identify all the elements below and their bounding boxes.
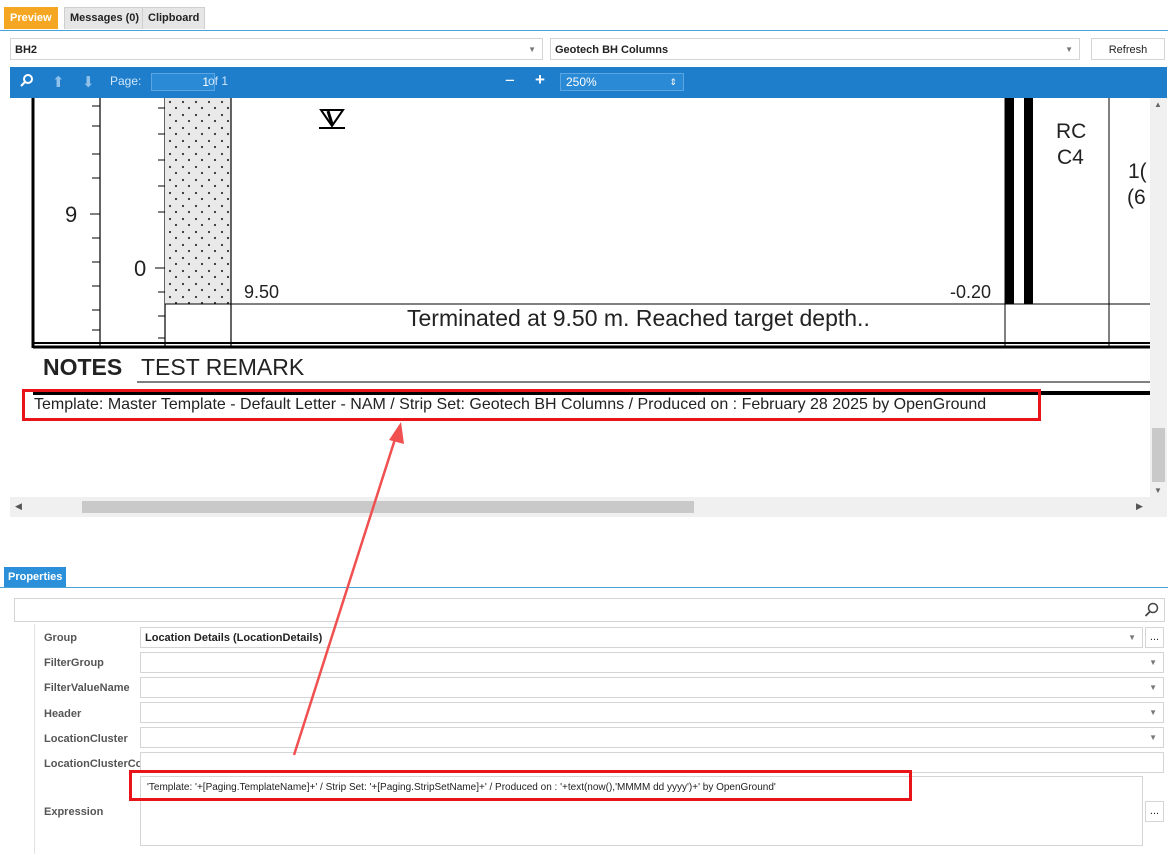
annotation-arrow <box>292 422 404 756</box>
